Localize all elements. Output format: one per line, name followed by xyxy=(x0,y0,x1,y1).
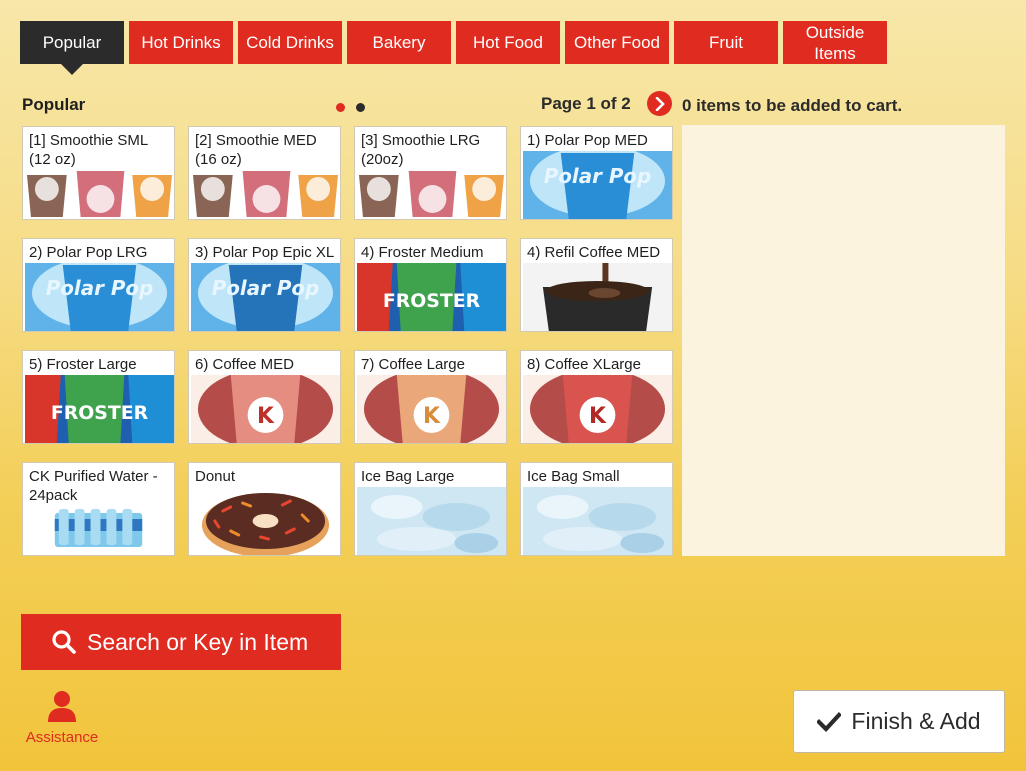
product-tile[interactable]: 8) Coffee XLarge K xyxy=(520,350,673,444)
product-label: [1] Smoothie SML (12 oz) xyxy=(29,132,148,168)
froster-cups-image: FROSTER xyxy=(357,263,506,331)
chevron-right-icon xyxy=(655,96,665,111)
product-tile[interactable]: 5) Froster Large FROSTER xyxy=(22,350,175,444)
tab-popular[interactable]: Popular xyxy=(20,21,124,64)
polar-pop-cup-image: Polar Pop xyxy=(191,263,340,331)
svg-text:Polar Pop: Polar Pop xyxy=(212,277,320,300)
tab-hot-drinks[interactable]: Hot Drinks xyxy=(129,21,233,64)
page-dots xyxy=(336,103,365,112)
svg-text:Polar Pop: Polar Pop xyxy=(544,165,652,188)
polar-pop-cup-image: Polar Pop xyxy=(25,263,174,331)
page-indicator: Page 1 of 2 xyxy=(541,94,631,113)
water-bottle-pack-image xyxy=(25,505,174,553)
product-tile[interactable]: [3] Smoothie LRG (20oz) xyxy=(354,126,507,220)
ice-bag-image xyxy=(357,487,506,555)
circle-k-coffee-cup-image: K xyxy=(357,375,506,443)
svg-text:K: K xyxy=(589,404,607,429)
coffee-pour-image xyxy=(523,263,672,331)
svg-text:Polar Pop: Polar Pop xyxy=(46,277,154,300)
circle-k-coffee-cup-image: K xyxy=(523,375,672,443)
product-tile[interactable]: [1] Smoothie SML (12 oz) xyxy=(22,126,175,220)
product-label: 3) Polar Pop Epic XL xyxy=(195,244,335,261)
product-label: 8) Coffee XLarge xyxy=(527,356,641,373)
assistance-button[interactable]: Assistance xyxy=(22,690,102,746)
search-button-label: Search or Key in Item xyxy=(87,628,309,655)
product-tile[interactable]: Donut xyxy=(188,462,341,556)
product-label: Donut xyxy=(195,468,236,485)
next-page-button[interactable] xyxy=(647,91,672,116)
svg-text:K: K xyxy=(423,404,441,429)
froster-cups-image: FROSTER xyxy=(25,375,174,443)
circle-k-coffee-cup-image: K xyxy=(191,375,340,443)
product-label: 1) Polar Pop MED xyxy=(527,132,648,149)
tab-fruit[interactable]: Fruit xyxy=(674,21,778,64)
product-label: CK Purified Water - 24pack xyxy=(29,468,158,504)
svg-text:FROSTER: FROSTER xyxy=(51,402,149,424)
assistance-label: Assistance xyxy=(25,729,99,746)
svg-text:K: K xyxy=(257,404,275,429)
polar-pop-cup-image: Polar Pop xyxy=(523,151,672,219)
smoothie-cups-image xyxy=(25,169,174,217)
category-tabs: Popular Hot Drinks Cold Drinks Bakery Ho… xyxy=(20,21,892,64)
search-button[interactable]: Search or Key in Item xyxy=(21,614,341,670)
product-label: 6) Coffee MED xyxy=(195,356,294,373)
finish-and-add-label: Finish & Add xyxy=(851,708,981,734)
product-tile[interactable]: 7) Coffee Large K xyxy=(354,350,507,444)
product-tile[interactable]: 4) Froster Medium FROSTER xyxy=(354,238,507,332)
product-label: [3] Smoothie LRG (20oz) xyxy=(361,132,481,168)
product-tile[interactable]: 1) Polar Pop MED Polar Pop xyxy=(520,126,673,220)
product-tile[interactable]: 3) Polar Pop Epic XL Polar Pop xyxy=(188,238,341,332)
smoothie-cups-image xyxy=(191,169,340,217)
checkmark-icon xyxy=(817,711,842,732)
product-label: 5) Froster Large xyxy=(29,356,137,373)
product-tile[interactable]: [2] Smoothie MED (16 oz) xyxy=(188,126,341,220)
svg-text:FROSTER: FROSTER xyxy=(383,290,481,312)
page-dot-2[interactable] xyxy=(356,103,365,112)
product-label: [2] Smoothie MED (16 oz) xyxy=(195,132,317,168)
product-tile[interactable]: 2) Polar Pop LRG Polar Pop xyxy=(22,238,175,332)
product-label: Ice Bag Large xyxy=(361,468,455,485)
tab-cold-drinks[interactable]: Cold Drinks xyxy=(238,21,342,64)
tab-bakery[interactable]: Bakery xyxy=(347,21,451,64)
product-label: 7) Coffee Large xyxy=(361,356,465,373)
smoothie-cups-image xyxy=(357,169,506,217)
cart-status: 0 items to be added to cart. xyxy=(682,96,903,115)
search-icon xyxy=(52,630,76,654)
product-grid: [1] Smoothie SML (12 oz) [2] Smoothie ME… xyxy=(22,126,673,556)
product-label: 4) Froster Medium xyxy=(361,244,484,261)
tab-other-food[interactable]: Other Food xyxy=(565,21,669,64)
product-tile[interactable]: Ice Bag Large xyxy=(354,462,507,556)
tab-outside-items[interactable]: Outside Items xyxy=(783,21,887,64)
product-label: 2) Polar Pop LRG xyxy=(29,244,148,261)
finish-and-add-button[interactable]: Finish & Add xyxy=(793,690,1005,753)
product-tile[interactable]: 6) Coffee MED K xyxy=(188,350,341,444)
sprinkle-donut-image xyxy=(191,487,340,555)
product-tile[interactable]: CK Purified Water - 24pack xyxy=(22,462,175,556)
ice-bag-image xyxy=(523,487,672,555)
cart-panel xyxy=(682,125,1005,556)
product-label: Ice Bag Small xyxy=(527,468,620,485)
person-icon xyxy=(48,691,76,722)
product-tile[interactable]: 4) Refil Coffee MED xyxy=(520,238,673,332)
product-tile[interactable]: Ice Bag Small xyxy=(520,462,673,556)
tab-hot-food[interactable]: Hot Food xyxy=(456,21,560,64)
page-dot-1[interactable] xyxy=(336,103,345,112)
section-title: Popular xyxy=(22,95,86,114)
product-label: 4) Refil Coffee MED xyxy=(527,244,661,261)
